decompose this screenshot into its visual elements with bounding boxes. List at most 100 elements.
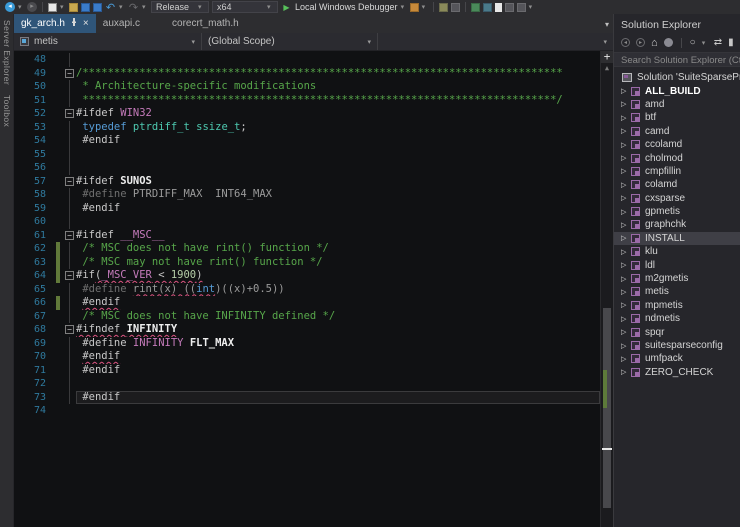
- new-file-caret-icon[interactable]: ▾: [60, 3, 66, 11]
- code-line[interactable]: 51 *************************************…: [14, 93, 600, 108]
- expand-arrow-icon[interactable]: ▷: [621, 114, 631, 122]
- project-dropdown[interactable]: metis ▾: [14, 33, 202, 50]
- expand-arrow-icon[interactable]: ▷: [621, 181, 631, 189]
- code-line[interactable]: 71 #endif: [14, 363, 600, 377]
- code-line-text[interactable]: [76, 404, 600, 418]
- expand-arrow-icon[interactable]: ▷: [621, 355, 631, 363]
- undo-icon[interactable]: ↶: [105, 2, 116, 14]
- home-icon[interactable]: ⌂: [651, 37, 658, 49]
- start-debugging-icon[interactable]: ▶: [281, 2, 292, 13]
- code-line-text[interactable]: [76, 377, 600, 391]
- fold-toggle-icon[interactable]: −: [65, 109, 74, 119]
- expand-arrow-icon[interactable]: ▷: [621, 301, 631, 309]
- expand-arrow-icon[interactable]: ▷: [621, 275, 631, 283]
- se-back-icon[interactable]: ◂: [621, 38, 630, 47]
- code-line[interactable]: 59 #endif: [14, 201, 600, 216]
- expand-arrow-icon[interactable]: ▷: [621, 288, 631, 296]
- expand-arrow-icon[interactable]: ▷: [621, 87, 631, 95]
- pin-icon[interactable]: [70, 18, 78, 29]
- code-line-text[interactable]: #ifdef WIN32: [76, 107, 600, 121]
- fold-toggle-icon[interactable]: −: [65, 325, 74, 335]
- solution-node[interactable]: Solution 'SuiteSparseProj: [614, 71, 740, 84]
- expand-arrow-icon[interactable]: ▷: [621, 127, 631, 135]
- toolbox-vertical-tab[interactable]: Toolbox: [2, 95, 12, 127]
- code-line-text[interactable]: #define INFINITY FLT_MAX: [76, 337, 600, 351]
- code-line[interactable]: 73 #endif: [14, 390, 600, 404]
- code-editor[interactable]: 48 49−/**********************************…: [14, 51, 613, 527]
- toggle-bookmark-icon[interactable]: [494, 2, 502, 12]
- previous-bookmark-icon[interactable]: [504, 2, 514, 12]
- code-line[interactable]: 70 #endif: [14, 350, 600, 364]
- debugger-target-caret-icon[interactable]: ▾: [401, 3, 407, 11]
- redo-caret-icon[interactable]: ▾: [142, 3, 148, 11]
- code-line-text[interactable]: /* MSC does not have INFINITY defined */: [76, 310, 600, 324]
- tree-item-cxsparse[interactable]: ▷ cxsparse: [614, 192, 740, 205]
- tree-item-graphchk[interactable]: ▷ graphchk: [614, 218, 740, 231]
- tree-item-ccolamd[interactable]: ▷ ccolamd: [614, 138, 740, 151]
- scrollbar-thumb[interactable]: [603, 308, 611, 508]
- expand-arrow-icon[interactable]: ▷: [621, 167, 631, 175]
- filter-caret-icon[interactable]: ▾: [702, 39, 708, 47]
- code-line-text[interactable]: /* MSC does not have rint() function */: [76, 242, 600, 256]
- tree-item-camd[interactable]: ▷ camd: [614, 125, 740, 138]
- tab-auxapi.c[interactable]: auxapi.c: [96, 14, 147, 33]
- scope-dropdown[interactable]: (Global Scope) ▾: [202, 33, 378, 50]
- tree-item-suitesparseconfig[interactable]: ▷ suitesparseconfig: [614, 339, 740, 352]
- tree-item-spqr[interactable]: ▷ spqr: [614, 325, 740, 338]
- uncomment-lines-icon[interactable]: [482, 2, 492, 12]
- navigate-backward-icon[interactable]: ◂: [5, 2, 15, 12]
- se-forward-icon[interactable]: ▸: [636, 38, 645, 47]
- code-line-text[interactable]: #endif: [76, 134, 600, 148]
- code-line-text[interactable]: #ifndef INFINITY: [76, 323, 600, 337]
- tree-item-mpmetis[interactable]: ▷ mpmetis: [614, 299, 740, 312]
- code-line[interactable]: 69 #define INFINITY FLT_MAX: [14, 336, 600, 351]
- code-line[interactable]: 67 /* MSC does not have INFINITY defined…: [14, 309, 600, 324]
- tree-item-gpmetis[interactable]: ▷ gpmetis: [614, 205, 740, 218]
- code-line-text[interactable]: #define PTRDIFF_MAX INT64_MAX: [76, 188, 600, 202]
- code-line-text[interactable]: ****************************************…: [76, 94, 600, 108]
- save-all-icon[interactable]: [93, 2, 102, 12]
- save-icon[interactable]: [81, 2, 90, 12]
- undo-caret-icon[interactable]: ▾: [119, 3, 125, 11]
- code-line[interactable]: 60: [14, 215, 600, 229]
- switch-views-icon[interactable]: [663, 38, 673, 47]
- code-line-text[interactable]: [76, 161, 600, 175]
- fold-toggle-icon[interactable]: −: [65, 271, 74, 281]
- code-line[interactable]: 48: [14, 53, 600, 67]
- tab-gk_arch.h[interactable]: gk_arch.h ×: [14, 14, 96, 33]
- step-into-icon[interactable]: [438, 2, 448, 12]
- expand-arrow-icon[interactable]: ▷: [621, 154, 631, 162]
- code-line[interactable]: 54 #endif: [14, 134, 600, 148]
- code-line[interactable]: 66 #endif: [14, 296, 600, 310]
- code-line[interactable]: 57 − #ifdef SUNOS: [14, 175, 600, 189]
- code-line-text[interactable]: #ifdef __MSC__: [76, 229, 600, 243]
- tree-item-btf[interactable]: ▷ btf: [614, 111, 740, 124]
- tree-item-cmpfillin[interactable]: ▷ cmpfillin: [614, 165, 740, 178]
- expand-arrow-icon[interactable]: ▷: [621, 221, 631, 229]
- code-line[interactable]: 63 /* MSC may not have rint() function *…: [14, 255, 600, 270]
- expand-arrow-icon[interactable]: ▷: [621, 248, 631, 256]
- code-line-text[interactable]: #ifdef SUNOS: [76, 175, 600, 189]
- code-line[interactable]: 64 − #if(_MSC_VER < 1900): [14, 269, 600, 283]
- pending-changes-filter-icon[interactable]: ○: [690, 37, 696, 48]
- comment-lines-icon[interactable]: [470, 2, 480, 12]
- expand-arrow-icon[interactable]: ▷: [621, 208, 631, 216]
- code-line[interactable]: 55: [14, 147, 600, 161]
- tree-item-amd[interactable]: ▷ amd: [614, 98, 740, 111]
- expand-arrow-icon[interactable]: ▷: [621, 342, 631, 350]
- new-file-icon[interactable]: [48, 2, 57, 12]
- tree-item-ldl[interactable]: ▷ ldl: [614, 258, 740, 271]
- code-line-text[interactable]: * Architecture-specific modifications: [76, 80, 600, 94]
- code-line[interactable]: 52 − #ifdef WIN32: [14, 107, 600, 121]
- code-line-text[interactable]: /* MSC may not have rint() function */: [76, 256, 600, 270]
- code-line[interactable]: 68 − #ifndef INFINITY: [14, 323, 600, 337]
- tab-corecrt_math.h[interactable]: corecrt_math.h: [165, 14, 246, 33]
- redo-icon[interactable]: ↷: [128, 2, 139, 14]
- fold-toggle-icon[interactable]: −: [65, 230, 74, 240]
- refresh-icon[interactable]: ▮: [728, 37, 734, 48]
- code-line[interactable]: 53 typedef ptrdiff_t ssize_t;: [14, 120, 600, 134]
- code-line-text[interactable]: #endif: [76, 202, 600, 216]
- code-line-text[interactable]: [76, 215, 600, 229]
- editor-scrollbar[interactable]: + ▲: [600, 51, 613, 527]
- code-line[interactable]: 61 − #ifdef __MSC__: [14, 229, 600, 243]
